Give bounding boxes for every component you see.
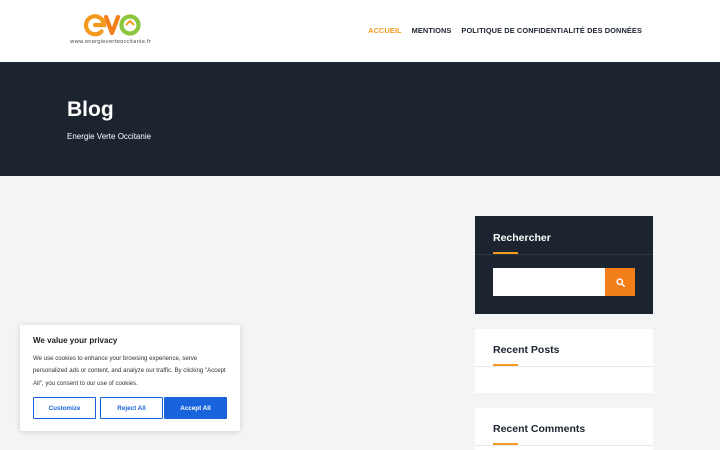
recent-comments-widget: Recent Comments <box>475 408 653 450</box>
accept-all-button[interactable]: Accept All <box>164 397 227 419</box>
site-header: www.energieverteoccitanie.fr ACCUEIL MEN… <box>0 0 720 62</box>
widget-divider <box>475 254 653 255</box>
page-hero: Blog Energie Verte Occitanie <box>0 62 720 176</box>
page-title: Blog <box>67 98 114 121</box>
recent-posts-widget: Recent Posts <box>475 329 653 393</box>
main-nav: ACCUEIL MENTIONS POLITIQUE DE CONFIDENTI… <box>368 26 642 35</box>
cookie-title: We value your privacy <box>33 336 118 345</box>
recent-comments-title: Recent Comments <box>493 423 586 435</box>
page-subtitle: Energie Verte Occitanie <box>67 132 152 141</box>
search-button[interactable] <box>605 268 635 296</box>
nav-item-accueil[interactable]: ACCUEIL <box>368 26 402 35</box>
logo-url-text: www.energieverteoccitanie.fr <box>70 39 151 45</box>
widget-divider <box>475 445 653 446</box>
search-input[interactable] <box>493 268 605 296</box>
reject-all-button[interactable]: Reject All <box>100 397 163 419</box>
site-logo[interactable]: www.energieverteoccitanie.fr <box>70 12 151 48</box>
search-icon <box>615 277 625 287</box>
search-widget: Rechercher <box>475 216 653 314</box>
cookie-text: We use cookies to enhance your browsing … <box>33 355 226 387</box>
customize-button[interactable]: Customize <box>33 397 96 419</box>
widget-divider <box>475 366 653 367</box>
nav-item-politique[interactable]: POLITIQUE DE CONFIDENTIALITÉ DES DONNÉES <box>461 26 642 35</box>
evo-logo-icon <box>83 14 141 37</box>
search-widget-title: Rechercher <box>493 232 551 244</box>
nav-item-mentions[interactable]: MENTIONS <box>412 26 452 35</box>
recent-posts-title: Recent Posts <box>493 344 560 356</box>
cookie-consent-banner: We value your privacy We use cookies to … <box>20 325 240 431</box>
